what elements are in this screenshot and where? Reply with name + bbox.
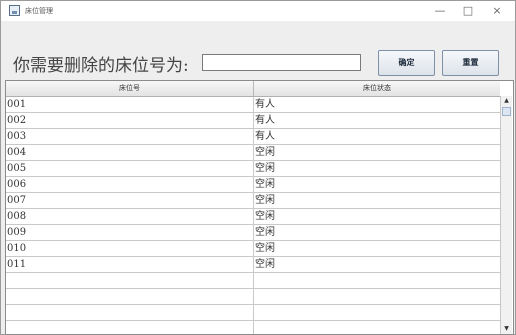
- table-header: 床位号 床位状态: [6, 81, 500, 97]
- table-row[interactable]: [6, 273, 500, 289]
- bed-number-cell[interactable]: 001: [7, 97, 253, 112]
- table-row[interactable]: 006 空闲: [6, 177, 500, 193]
- bed-status-cell[interactable]: [255, 305, 499, 320]
- bed-number-cell[interactable]: 006: [7, 177, 253, 192]
- bed-status-cell[interactable]: 空闲: [255, 161, 499, 176]
- table-row[interactable]: 007 空闲: [6, 193, 500, 209]
- bed-number-cell[interactable]: 010: [7, 241, 253, 256]
- bed-status-cell[interactable]: 有人: [255, 113, 499, 128]
- table-row[interactable]: 004 空闲: [6, 145, 500, 161]
- scrollbar-thumb[interactable]: [502, 107, 511, 116]
- delete-bed-prompt-label: 你需要删除的床位号为:: [13, 56, 189, 76]
- table-row[interactable]: 003 有人: [6, 129, 500, 145]
- bed-status-cell[interactable]: [255, 273, 499, 288]
- bed-number-cell[interactable]: [7, 305, 253, 320]
- column-header-bed-number[interactable]: 床位号: [6, 81, 254, 96]
- scroll-down-icon[interactable]: ▼: [501, 324, 512, 334]
- table-row[interactable]: 010 空闲: [6, 241, 500, 257]
- table-row[interactable]: 005 空闲: [6, 161, 500, 177]
- bed-number-cell[interactable]: 004: [7, 145, 253, 160]
- bed-number-cell[interactable]: 009: [7, 225, 253, 240]
- bed-number-cell[interactable]: 002: [7, 113, 253, 128]
- table-row[interactable]: 008 空闲: [6, 209, 500, 225]
- content-panel: 你需要删除的床位号为: 确定 重置 床位号 床位状态 001 有人 002 有人 003…: [1, 21, 515, 335]
- column-header-bed-status[interactable]: 床位状态: [254, 81, 500, 96]
- window-app-icon: [9, 5, 20, 16]
- bed-status-cell[interactable]: 空闲: [255, 177, 499, 192]
- close-button[interactable]: ×: [480, 1, 514, 21]
- table-body: 001 有人 002 有人 003 有人 004 空闲 005 空闲 006 空闲 007 空闲 008 空闲…: [6, 97, 500, 334]
- bed-table: 床位号 床位状态 001 有人 002 有人 003 有人 004 空闲 005 空闲 006 空闲 0…: [5, 80, 514, 335]
- bed-number-input[interactable]: [202, 54, 361, 71]
- bed-status-cell[interactable]: [255, 321, 499, 334]
- bed-status-cell[interactable]: 空闲: [255, 241, 499, 256]
- table-row[interactable]: [6, 305, 500, 321]
- bed-number-cell[interactable]: 003: [7, 129, 253, 144]
- bed-status-cell[interactable]: 空闲: [255, 257, 499, 272]
- table-row[interactable]: 009 空闲: [6, 225, 500, 241]
- bed-status-cell[interactable]: 有人: [255, 129, 499, 144]
- reset-button[interactable]: 重置: [442, 50, 499, 76]
- bed-status-cell[interactable]: [255, 289, 499, 304]
- bed-number-cell[interactable]: 007: [7, 193, 253, 208]
- table-row[interactable]: 002 有人: [6, 113, 500, 129]
- confirm-button[interactable]: 确定: [378, 50, 435, 76]
- table-row[interactable]: 001 有人: [6, 97, 500, 113]
- bed-number-cell[interactable]: [7, 289, 253, 304]
- bed-status-cell[interactable]: 空闲: [255, 145, 499, 160]
- title-bar: 床位管理 — □ ×: [1, 1, 515, 21]
- bed-status-cell[interactable]: 空闲: [255, 209, 499, 224]
- bed-number-cell[interactable]: [7, 273, 253, 288]
- app-window: 床位管理 — □ × 你需要删除的床位号为: 确定 重置 床位号 床位状态 00…: [0, 0, 516, 335]
- scroll-up-icon[interactable]: ▲: [501, 96, 512, 106]
- table-row[interactable]: [6, 289, 500, 305]
- bed-status-cell[interactable]: 有人: [255, 97, 499, 112]
- vertical-scrollbar[interactable]: ▲ ▼: [500, 96, 512, 334]
- bed-number-cell[interactable]: 008: [7, 209, 253, 224]
- window-title: 床位管理: [25, 7, 53, 15]
- bed-number-cell[interactable]: [7, 321, 253, 334]
- bed-number-cell[interactable]: 011: [7, 257, 253, 272]
- bed-status-cell[interactable]: 空闲: [255, 225, 499, 240]
- bed-number-cell[interactable]: 005: [7, 161, 253, 176]
- bed-status-cell[interactable]: 空闲: [255, 193, 499, 208]
- table-row[interactable]: [6, 321, 500, 334]
- table-row[interactable]: 011 空闲: [6, 257, 500, 273]
